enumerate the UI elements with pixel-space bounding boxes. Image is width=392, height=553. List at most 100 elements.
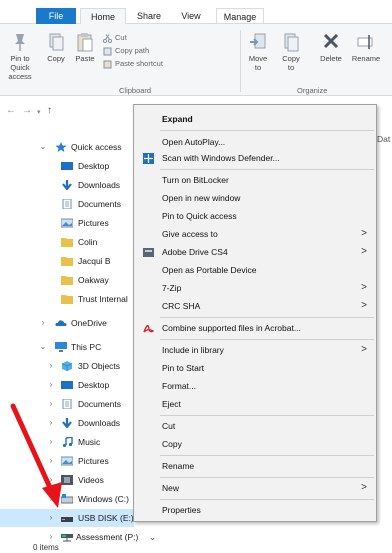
forward-arrow-icon[interactable]: → <box>22 105 32 116</box>
rename-label: Rename <box>351 54 381 63</box>
nav-qa-colin[interactable]: Colin <box>0 233 140 251</box>
menu-item-bitlocker[interactable]: Turn on BitLocker <box>135 171 375 189</box>
paste-button[interactable]: Paste <box>72 32 98 63</box>
menu-item-pin-quick-access[interactable]: Pin to Quick access <box>135 207 375 225</box>
menu-item-give-access[interactable]: Give access to > <box>135 225 375 243</box>
menu-item-combine-acrobat[interactable]: Combine supported files in Acrobat... <box>135 319 375 337</box>
network-drive-icon <box>61 534 73 542</box>
nav-qa-documents[interactable]: Documents <box>0 195 140 213</box>
folder-icon <box>61 276 73 285</box>
delete-x-icon <box>323 33 339 49</box>
menu-separator <box>160 499 374 500</box>
nav-this-pc-label: This PC <box>71 342 102 352</box>
paste-shortcut-button[interactable]: Paste shortcut <box>103 58 163 69</box>
nav-qa-pictures-label: Pictures <box>78 218 109 228</box>
menu-item-adobe-drive[interactable]: Adobe Drive CS4 > <box>135 243 375 261</box>
nav-usb-disk[interactable]: › USB DISK (E:) <box>0 509 134 527</box>
delete-button[interactable]: Delete <box>316 32 346 63</box>
nav-usb-disk-label: USB DISK (E:) <box>78 513 134 523</box>
menu-item-7zip[interactable]: 7-Zip > <box>135 279 375 297</box>
menu-separator <box>160 455 374 456</box>
copy-path-button[interactable]: Copy path <box>103 45 149 56</box>
menu-item-pin-start[interactable]: Pin to Start <box>135 359 375 377</box>
up-arrow-icon[interactable]: ↑ <box>47 105 52 116</box>
submenu-arrow-icon: > <box>361 300 367 311</box>
back-arrow-icon[interactable]: ← <box>6 105 16 116</box>
nav-qa-trust-internal[interactable]: Trust Internal <box>0 290 140 308</box>
nav-qa-downloads-label: Downloads <box>78 180 121 190</box>
nav-qa-desktop[interactable]: Desktop <box>0 157 140 175</box>
menu-item-format[interactable]: Format... <box>135 377 375 395</box>
copy-to-icon <box>284 33 299 52</box>
menu-item-open-new-window[interactable]: Open in new window <box>135 189 375 207</box>
tab-file[interactable]: File <box>36 8 76 24</box>
menu-separator <box>160 415 374 416</box>
menu-item-eject-label: Eject <box>162 399 181 409</box>
tab-share[interactable]: Share <box>130 8 168 25</box>
nav-this-pc[interactable]: ⌄ This PC <box>0 338 140 356</box>
tab-manage[interactable]: Manage <box>216 8 264 25</box>
cut-button[interactable]: Cut <box>103 32 127 43</box>
menu-item-copy[interactable]: Copy <box>135 435 375 453</box>
cut-label: Cut <box>115 33 127 42</box>
chevron-right-icon[interactable]: › <box>46 376 56 394</box>
menu-item-bitlocker-label: Turn on BitLocker <box>162 175 229 185</box>
nav-qa-oakway[interactable]: Oakway <box>0 271 140 289</box>
nav-qa-jacqui[interactable]: Jacqui B <box>0 252 140 270</box>
chevron-right-icon[interactable]: › <box>46 509 56 527</box>
nav-assessment-drive[interactable]: › Assessment (P:) ⌄ <box>0 528 156 546</box>
chevron-right-icon[interactable]: › <box>46 357 56 375</box>
tab-home[interactable]: Home <box>80 8 126 25</box>
scissors-icon <box>103 33 112 43</box>
nav-quick-access[interactable]: ⌄ Quick access <box>0 138 140 156</box>
submenu-arrow-icon: > <box>361 228 367 239</box>
nav-onedrive-label: OneDrive <box>71 318 107 328</box>
menu-item-eject[interactable]: Eject <box>135 395 375 413</box>
red-arrow-annotation-icon <box>10 403 62 508</box>
menu-item-format-label: Format... <box>162 381 197 391</box>
pin-to-quick-access-button[interactable]: Pin to Quick access <box>2 32 38 81</box>
move-to-button[interactable]: Move to <box>246 32 270 72</box>
menu-item-open-portable-label: Open as Portable Device <box>162 265 257 275</box>
nav-qa-downloads[interactable]: Downloads <box>0 176 140 194</box>
nav-qa-desktop-label: Desktop <box>78 161 110 171</box>
menu-item-rename-label: Rename <box>162 461 195 471</box>
tab-view[interactable]: View <box>174 8 208 25</box>
copy-path-icon <box>103 47 112 56</box>
menu-item-crc-sha[interactable]: CRC SHA > <box>135 297 375 315</box>
menu-item-scan-defender-label: Scan with Windows Defender... <box>162 153 280 163</box>
document-icon <box>62 199 72 209</box>
menu-item-scan-defender[interactable]: Scan with Windows Defender... <box>135 149 375 167</box>
nav-qa-trust-internal-label: Trust Internal <box>78 294 128 304</box>
download-arrow-icon <box>62 180 72 190</box>
copy-icon <box>49 33 64 51</box>
menu-item-cut[interactable]: Cut <box>135 417 375 435</box>
date-column-header[interactable]: Dat <box>377 134 390 144</box>
nav-pc-desktop[interactable]: › Desktop <box>0 376 140 394</box>
nav-qa-pictures[interactable]: Pictures <box>0 214 140 232</box>
copy-button[interactable]: Copy <box>42 32 70 63</box>
menu-item-rename[interactable]: Rename <box>135 457 375 475</box>
menu-item-include-library[interactable]: Include in library > <box>135 341 375 359</box>
nav-pc-pictures-label: Pictures <box>78 456 109 466</box>
copy-to-button[interactable]: Copy to <box>279 32 303 72</box>
menu-item-expand[interactable]: Expand <box>135 110 375 128</box>
folder-icon <box>61 257 73 266</box>
menu-item-open-portable[interactable]: Open as Portable Device <box>135 261 375 279</box>
chevron-down-icon[interactable]: ⌄ <box>38 338 48 356</box>
desktop-icon <box>61 162 73 170</box>
adobe-drive-icon <box>143 248 154 257</box>
windows-defender-icon <box>143 153 154 164</box>
menu-item-properties[interactable]: Properties <box>135 501 375 519</box>
nav-3d-objects[interactable]: › 3D Objects <box>0 357 140 375</box>
rename-button[interactable]: Rename <box>349 32 383 63</box>
menu-item-new[interactable]: New > <box>135 479 375 497</box>
menu-item-include-library-label: Include in library <box>162 345 224 355</box>
recent-dropdown-icon[interactable]: ▾ <box>37 108 41 116</box>
nav-onedrive[interactable]: › OneDrive <box>0 314 140 332</box>
chevron-down-icon[interactable]: ⌄ <box>149 528 156 546</box>
chevron-down-icon[interactable]: ⌄ <box>38 138 48 156</box>
organize-group-label: Organize <box>297 86 328 95</box>
nav-pc-downloads-label: Downloads <box>78 418 121 428</box>
chevron-right-icon[interactable]: › <box>38 314 48 332</box>
